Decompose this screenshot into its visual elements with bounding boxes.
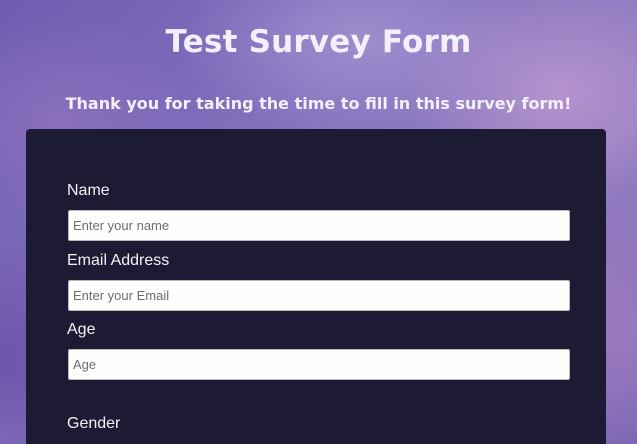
name-input[interactable]: [68, 210, 570, 241]
page-description: Thank you for taking the time to fill in…: [65, 94, 572, 113]
survey-form: Name Email Address Age Gender: [26, 129, 606, 444]
email-label: Email Address: [67, 252, 170, 269]
name-label: Name: [67, 182, 110, 199]
page-title: Test Survey Form: [165, 24, 472, 60]
email-input[interactable]: [68, 280, 570, 311]
age-label: Age: [67, 321, 96, 338]
age-input[interactable]: [68, 349, 570, 380]
gender-label: Gender: [67, 415, 121, 432]
